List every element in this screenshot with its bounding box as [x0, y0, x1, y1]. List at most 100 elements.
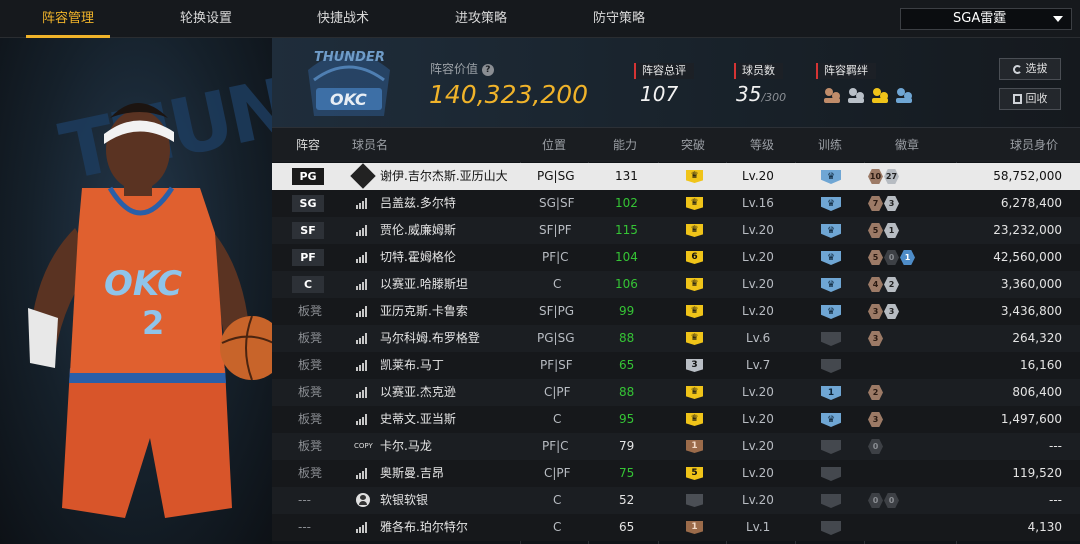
chevron-down-icon	[1053, 16, 1063, 22]
players-label-text: 球员数	[734, 63, 783, 79]
badge-bronze-icon: 3	[868, 331, 883, 346]
training-crown-icon: ♛	[821, 170, 841, 184]
column-header-player-value[interactable]: 球员身价	[1010, 128, 1058, 162]
player-value: ---	[1049, 439, 1062, 453]
badge-bronze-icon: 2	[868, 385, 883, 400]
training-empty-icon	[821, 332, 841, 346]
team-select-dropdown[interactable]: SGA雷霆	[900, 8, 1072, 30]
badge-silver-icon: 2	[884, 277, 899, 292]
slot-bench-label: 板凳	[298, 385, 323, 399]
breakthrough-crown-icon: ♛	[686, 278, 703, 291]
player-value: 6,278,400	[1000, 196, 1062, 210]
tab-defense-strategy[interactable]: 防守策略	[579, 0, 659, 38]
signal-bars-icon	[356, 252, 368, 263]
slot-badge: SF	[292, 222, 324, 239]
table-row[interactable]: PG 谢伊.吉尔杰斯.亚历山大 PG|SG 131 ♛ Lv.20 ♛ 10 2…	[272, 163, 1080, 190]
player-ability: 102	[615, 196, 638, 210]
tab-quick-tactics[interactable]: 快捷战术	[303, 0, 383, 38]
table-row[interactable]: 板凳 凯莱布.马丁 PF|SF 65 3 Lv.7 16,160	[272, 352, 1080, 379]
badge-bronze-icon: 5	[868, 223, 883, 238]
badge-bronze-icon: 3	[868, 412, 883, 427]
table-row[interactable]: SG 吕盖兹.多尔特 SG|SF 102 ♛ Lv.16 ♛ 7 3 6,278…	[272, 190, 1080, 217]
player-ability: 115	[615, 223, 638, 237]
recycle-button[interactable]: 回收	[999, 88, 1061, 110]
player-ability: 79	[619, 439, 635, 453]
badge-dark-icon: 0	[868, 493, 883, 508]
column-header-slot[interactable]: 阵容	[296, 128, 320, 162]
training-crown-icon: ♛	[821, 278, 841, 292]
player-position: PF|C	[542, 250, 569, 264]
select-button-label: 选拔	[1025, 62, 1048, 75]
player-level: Lv.20	[742, 412, 774, 426]
column-header-name[interactable]: 球员名	[352, 128, 388, 162]
player-level: Lv.20	[742, 250, 774, 264]
bonds-label: 阵容羁绊	[816, 59, 876, 79]
player-ability: 99	[619, 304, 635, 318]
table-row[interactable]: 板凳 马尔科姆.布罗格登 PG|SG 88 ♛ Lv.6 3 264,320	[272, 325, 1080, 352]
player-value: 58,752,000	[993, 169, 1062, 183]
players-label: 球员数	[734, 59, 783, 79]
player-card-icon	[350, 163, 376, 189]
player-level: Lv.20	[742, 169, 774, 183]
table-row[interactable]: 板凳 亚历克斯.卡鲁索 SF|PG 99 ♛ Lv.20 ♛ 3 3 3,436…	[272, 298, 1080, 325]
player-value: 3,360,000	[1000, 277, 1062, 291]
training-crown-icon: ♛	[821, 413, 841, 427]
tab-offense-strategy[interactable]: 进攻策略	[441, 0, 521, 38]
player-name: 史蒂文.亚当斯	[380, 412, 456, 426]
player-name: 凯莱布.马丁	[380, 358, 444, 372]
table-row[interactable]: SF 贾伦.威廉姆斯 SF|PF 115 ♛ Lv.20 ♛ 5 1 23,23…	[272, 217, 1080, 244]
column-header-position[interactable]: 位置	[542, 128, 566, 162]
table-row[interactable]: 板凳 史蒂文.亚当斯 C 95 ♛ Lv.20 ♛ 3 1,497,600	[272, 406, 1080, 433]
badge-silver-icon: 3	[884, 196, 899, 211]
user-icon	[356, 493, 370, 507]
breakthrough-crown-icon: ♛	[686, 386, 703, 399]
bond-icons[interactable]	[822, 84, 918, 106]
tab-lineup-management[interactable]: 阵容管理	[26, 0, 110, 38]
column-header-level[interactable]: 等级	[750, 128, 774, 162]
tab-rotation-settings[interactable]: 轮换设置	[166, 0, 246, 38]
table-row[interactable]: --- 雅各布.珀尔特尔 C 65 1 Lv.1 4,130	[272, 514, 1080, 541]
column-header-badges[interactable]: 徽章	[895, 128, 919, 162]
player-level: Lv.20	[742, 493, 774, 507]
help-icon[interactable]: ?	[481, 63, 494, 76]
slot-bench-label: 板凳	[298, 466, 323, 480]
player-value: 1,497,600	[1000, 412, 1062, 426]
column-header-breakthrough[interactable]: 突破	[681, 128, 705, 162]
breakthrough-empty-icon	[686, 494, 703, 507]
column-header-training[interactable]: 训练	[818, 128, 842, 162]
player-name: 谢伊.吉尔杰斯.亚历山大	[380, 169, 508, 183]
table-row[interactable]: 板凳 奥斯曼.吉昂 C|PF 75 5 Lv.20 119,520	[272, 460, 1080, 487]
badge-dark-icon: 0	[868, 439, 883, 454]
training-crown-icon: ♛	[821, 224, 841, 238]
table-row[interactable]: C 以赛亚.哈滕斯坦 C 106 ♛ Lv.20 ♛ 4 2 3,360,000	[272, 271, 1080, 298]
player-value: 42,560,000	[993, 250, 1062, 264]
team-value-label-text: 阵容价值	[430, 62, 479, 76]
player-position: SF|PF	[539, 223, 572, 237]
table-row[interactable]: --- 软银软银 C 52 Lv.20 0 0 ---	[272, 487, 1080, 514]
table-row[interactable]: 板凳 COPY 卡尔.马龙 PF|C 79 1 Lv.20 0 ---	[272, 433, 1080, 460]
player-ability: 88	[619, 385, 635, 399]
player-ability: 88	[619, 331, 635, 345]
player-position: C|PF	[544, 385, 571, 399]
player-level: Lv.20	[742, 385, 774, 399]
breakthrough-crown-icon: ♛	[686, 305, 703, 318]
slot-bench-label: 板凳	[298, 439, 323, 453]
recycle-icon	[1012, 94, 1022, 104]
player-portrait-panel: THUNDER OKC 2	[0, 38, 272, 544]
table-row[interactable]: PF 切特.霍姆格伦 PF|C 104 6 Lv.20 ♛ 5 0 1 42,5…	[272, 244, 1080, 271]
refresh-icon	[1012, 64, 1022, 74]
slot-bench-label: 板凳	[298, 412, 323, 426]
signal-bars-icon	[356, 522, 368, 533]
breakthrough-crown-icon: ♛	[686, 332, 703, 345]
player-ability: 104	[615, 250, 638, 264]
select-button[interactable]: 选拔	[999, 58, 1061, 80]
slot-bench-label: 板凳	[298, 304, 323, 318]
table-row[interactable]: 板凳 以赛亚.杰克逊 C|PF 88 ♛ Lv.20 1 2 806,400	[272, 379, 1080, 406]
player-name: 雅各布.珀尔特尔	[380, 520, 468, 534]
player-level: Lv.6	[746, 331, 771, 345]
badge-bronze-icon: 7	[868, 196, 883, 211]
team-summary-header: THUNDER OKC 阵容价值 ? 140,323,200 阵容总评 107 …	[272, 38, 1080, 128]
bond-blue-icon	[896, 88, 912, 103]
column-header-ability[interactable]: 能力	[613, 128, 637, 162]
slot-bench-label: 板凳	[298, 358, 323, 372]
